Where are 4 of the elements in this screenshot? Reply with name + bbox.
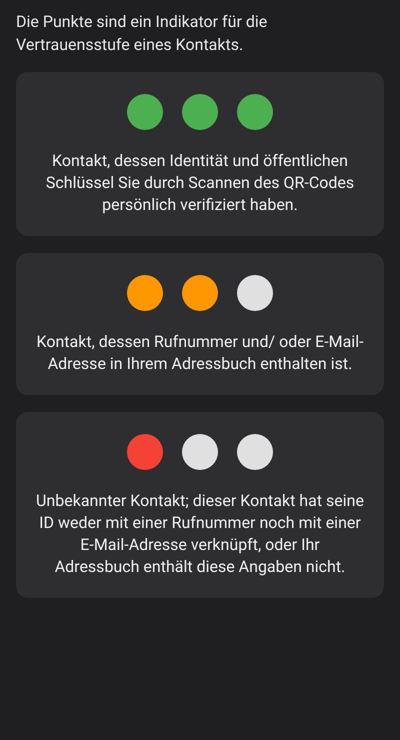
trust-level-description: Unbekannter Kontakt; dieser Kontakt hat seine ID weder mit einer Rufnummer noch mit einer E-Mail-Adresse verknüpft, oder Ihr Adressbuch enthält diese Angaben nicht.: [36, 490, 364, 578]
trust-level-description: Kontakt, dessen Identität und öffentlichen Schlüssel Sie durch Scannen des QR-Codes persönlich verifiziert haben.: [44, 150, 356, 216]
intro-text: Die Punkte sind ein Indikator für die Vertrauensstufe eines Kontakts.: [16, 11, 268, 56]
trust-level-description: Kontakt, dessen Rufnummer und/ oder E-Mail-Adresse in Ihrem Adressbuch enthalten ist.: [36, 331, 364, 375]
